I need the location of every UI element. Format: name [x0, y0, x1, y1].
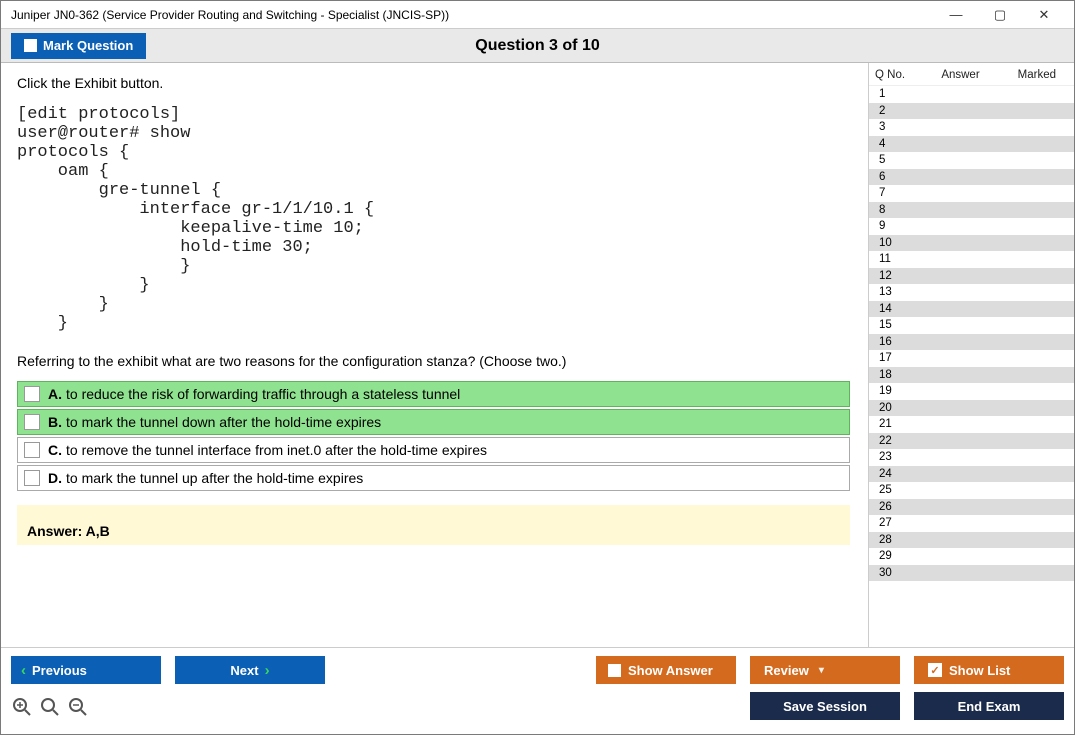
instruction-text: Click the Exhibit button.	[17, 75, 850, 91]
col-marked: Marked	[1010, 69, 1068, 81]
main-body: Click the Exhibit button. [edit protocol…	[1, 63, 1074, 647]
mark-question-label: Mark Question	[43, 38, 133, 53]
next-button[interactable]: Next ›	[175, 656, 325, 684]
question-row[interactable]: 1	[869, 86, 1074, 103]
option-checkbox[interactable]	[24, 414, 40, 430]
question-row[interactable]: 22	[869, 433, 1074, 450]
option-text: to mark the tunnel up after the hold-tim…	[66, 470, 363, 486]
question-row[interactable]: 16	[869, 334, 1074, 351]
option-letter: B.	[48, 414, 62, 430]
show-answer-label: Show Answer	[628, 663, 713, 678]
checkbox-icon	[608, 664, 621, 677]
question-row[interactable]: 8	[869, 202, 1074, 219]
question-indicator: Question 3 of 10	[1, 37, 1074, 55]
checkbox-icon	[24, 39, 37, 52]
option-b[interactable]: B. to mark the tunnel down after the hol…	[17, 409, 850, 435]
maximize-button[interactable]: ▢	[978, 1, 1022, 29]
option-checkbox[interactable]	[24, 470, 40, 486]
question-row[interactable]: 15	[869, 317, 1074, 334]
show-list-label: Show List	[949, 663, 1010, 678]
question-row[interactable]: 18	[869, 367, 1074, 384]
question-row[interactable]: 12	[869, 268, 1074, 285]
previous-label: Previous	[32, 663, 87, 678]
question-row[interactable]: 4	[869, 136, 1074, 153]
question-row[interactable]: 7	[869, 185, 1074, 202]
question-row[interactable]: 2	[869, 103, 1074, 120]
option-checkbox[interactable]	[24, 386, 40, 402]
question-list[interactable]: 1234567891011121314151617181920212223242…	[869, 86, 1074, 647]
close-button[interactable]: ✕	[1022, 1, 1066, 29]
question-row[interactable]: 26	[869, 499, 1074, 516]
question-row[interactable]: 13	[869, 284, 1074, 301]
option-a[interactable]: A. to reduce the risk of forwarding traf…	[17, 381, 850, 407]
answer-label: Answer: A,B	[27, 523, 110, 539]
question-row[interactable]: 3	[869, 119, 1074, 136]
question-row[interactable]: 19	[869, 383, 1074, 400]
option-letter: C.	[48, 442, 62, 458]
option-text: to reduce the risk of forwarding traffic…	[66, 386, 460, 402]
zoom-controls	[11, 694, 89, 718]
mark-question-button[interactable]: Mark Question	[11, 33, 146, 59]
question-row[interactable]: 20	[869, 400, 1074, 417]
end-exam-label: End Exam	[958, 699, 1021, 714]
review-button[interactable]: Review ▾	[750, 656, 900, 684]
zoom-in-icon[interactable]	[39, 696, 61, 718]
chevron-down-icon: ▾	[819, 665, 824, 676]
save-session-label: Save Session	[783, 699, 867, 714]
question-row[interactable]: 23	[869, 449, 1074, 466]
zoom-out-icon[interactable]	[67, 696, 89, 718]
option-text: to remove the tunnel interface from inet…	[66, 442, 487, 458]
question-row[interactable]: 17	[869, 350, 1074, 367]
show-answer-button[interactable]: Show Answer	[596, 656, 736, 684]
question-row[interactable]: 25	[869, 482, 1074, 499]
question-text: Referring to the exhibit what are two re…	[17, 353, 850, 369]
toolbar: Mark Question Question 3 of 10	[1, 29, 1074, 63]
question-list-pane: Q No. Answer Marked 12345678910111213141…	[869, 63, 1074, 647]
minimize-button[interactable]: —	[934, 1, 978, 29]
col-qno: Q No.	[875, 69, 911, 81]
check-icon: ✓	[928, 663, 942, 677]
option-letter: D.	[48, 470, 62, 486]
exhibit-code: [edit protocols] user@router# show proto…	[17, 105, 850, 333]
question-row[interactable]: 27	[869, 515, 1074, 532]
option-c[interactable]: C. to remove the tunnel interface from i…	[17, 437, 850, 463]
question-row[interactable]: 14	[869, 301, 1074, 318]
option-text: to mark the tunnel down after the hold-t…	[66, 414, 381, 430]
chevron-right-icon: ›	[265, 662, 270, 679]
options-list: A. to reduce the risk of forwarding traf…	[17, 381, 850, 491]
option-letter: A.	[48, 386, 62, 402]
question-row[interactable]: 28	[869, 532, 1074, 549]
window-title: Juniper JN0-362 (Service Provider Routin…	[11, 8, 934, 22]
question-row[interactable]: 11	[869, 251, 1074, 268]
chevron-left-icon: ‹	[21, 662, 26, 679]
answer-box: Answer: A,B	[17, 505, 850, 545]
question-row[interactable]: 10	[869, 235, 1074, 252]
question-row[interactable]: 6	[869, 169, 1074, 186]
review-label: Review	[764, 663, 809, 678]
question-row[interactable]: 24	[869, 466, 1074, 483]
titlebar: Juniper JN0-362 (Service Provider Routin…	[1, 1, 1074, 29]
question-row[interactable]: 9	[869, 218, 1074, 235]
option-d[interactable]: D. to mark the tunnel up after the hold-…	[17, 465, 850, 491]
previous-button[interactable]: ‹ Previous	[11, 656, 161, 684]
question-row[interactable]: 30	[869, 565, 1074, 582]
zoom-reset-icon[interactable]	[11, 696, 33, 718]
question-row[interactable]: 5	[869, 152, 1074, 169]
question-row[interactable]: 21	[869, 416, 1074, 433]
show-list-button[interactable]: ✓ Show List	[914, 656, 1064, 684]
question-list-header: Q No. Answer Marked	[869, 63, 1074, 86]
col-answer: Answer	[911, 69, 1010, 81]
option-checkbox[interactable]	[24, 442, 40, 458]
end-exam-button[interactable]: End Exam	[914, 692, 1064, 720]
app-window: Juniper JN0-362 (Service Provider Routin…	[0, 0, 1075, 735]
footer: ‹ Previous Next › Show Answer Review ▾ ✓…	[1, 647, 1074, 734]
next-label: Next	[230, 663, 258, 678]
question-row[interactable]: 29	[869, 548, 1074, 565]
save-session-button[interactable]: Save Session	[750, 692, 900, 720]
question-pane[interactable]: Click the Exhibit button. [edit protocol…	[1, 63, 869, 647]
